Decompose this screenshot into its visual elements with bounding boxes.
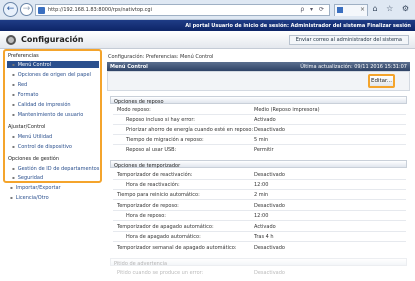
- setting-label: Reposo incluso si hay error:: [126, 117, 195, 123]
- forward-button[interactable]: →: [20, 3, 33, 16]
- page-header: Configuración Enviar correo al administr…: [0, 31, 415, 49]
- setting-value: Desactivado: [254, 203, 285, 209]
- setting-value: Desactivado: [254, 245, 285, 251]
- setting-value: Medio (Reposo impresora): [254, 107, 320, 113]
- setting-value: Desactivado: [254, 270, 285, 276]
- row-divider: [113, 241, 406, 242]
- sidebar-item-device-control[interactable]: Control de dispositivo: [12, 144, 72, 150]
- setting-label: Hora de reactivación:: [126, 182, 180, 188]
- sidebar-item-license-other[interactable]: Licencia/Otro: [10, 195, 49, 201]
- breadcrumb: Configuración: Preferencias: Menú Contro…: [108, 54, 214, 60]
- tab-close-icon[interactable]: ×: [360, 6, 365, 13]
- sidebar-item-print-quality[interactable]: Calidad de impresión: [12, 102, 71, 108]
- section-header: Opciones de temporizador: [110, 160, 407, 169]
- setting-label: Pitido cuando se produce un error:: [117, 270, 204, 276]
- address-bar[interactable]: http://192.168.1.83:8000/rps/nativtop.cg…: [35, 4, 330, 16]
- setting-value: 12:00: [254, 213, 269, 219]
- gear-icon: [6, 35, 16, 45]
- top-banner: Al portal Usuario de inicio de sesión: A…: [0, 20, 415, 31]
- sidebar: Preferencias Menú Control Opciones de or…: [3, 49, 102, 183]
- panel-title: Menú Control: [110, 64, 148, 70]
- setting-value: Desactivado: [254, 127, 285, 133]
- row-divider: [113, 220, 406, 221]
- last-update: Última actualización: 09/11 2016 15:31:0…: [300, 64, 407, 70]
- setting-label: Tiempo para reinicio automático:: [117, 192, 200, 198]
- setting-value: 12:00: [254, 182, 269, 188]
- sidebar-section-title: Opciones de gestión: [8, 156, 60, 162]
- sidebar-item-format[interactable]: Formato: [12, 92, 39, 98]
- row-divider: [113, 210, 406, 211]
- setting-label: Temporizador de reposo:: [117, 203, 179, 209]
- section-title: Pitido de advertencia: [114, 260, 168, 267]
- setting-value: Permitir: [254, 147, 274, 153]
- setting-value: 2 min: [254, 192, 269, 198]
- setting-value: Activado: [254, 117, 276, 123]
- browser-tools-icons[interactable]: ⌂ ☆ ⚙: [372, 4, 412, 13]
- sidebar-item-department-id[interactable]: Gestión de ID de departamentos: [12, 166, 100, 172]
- browser-toolbar: ← → http://192.168.1.83:8000/rps/nativto…: [0, 0, 415, 20]
- row-divider: [113, 134, 406, 135]
- sidebar-item-security[interactable]: Seguridad: [12, 175, 43, 181]
- sidebar-item-user-maintenance[interactable]: Mantenimiento de usuario: [12, 112, 84, 118]
- sidebar-item-network[interactable]: Red: [12, 82, 28, 88]
- row-divider: [113, 189, 406, 190]
- setting-label: Temporizador semanal de apagado automáti…: [117, 245, 237, 251]
- setting-value: Activado: [254, 224, 276, 230]
- mail-admin-button[interactable]: Enviar correo al administrador del siste…: [288, 35, 409, 45]
- edit-toolbar: [107, 71, 410, 91]
- setting-label: Tiempo de migración a reposo:: [126, 137, 204, 143]
- section-title: Opciones de reposo: [114, 98, 164, 105]
- sidebar-section-title: Ajustar/Control: [8, 124, 46, 130]
- row-divider: [113, 199, 406, 200]
- section-header: Opciones de reposo: [110, 96, 407, 105]
- back-button[interactable]: ←: [3, 2, 18, 17]
- setting-label: Reposo al usar USB:: [126, 147, 177, 153]
- setting-label: Priorizar ahorro de energía cuando esté …: [126, 127, 254, 133]
- session-links[interactable]: Al portal Usuario de inicio de sesión: A…: [185, 23, 411, 29]
- browser-tab[interactable]: ×: [334, 4, 368, 16]
- row-divider: [113, 144, 406, 145]
- sidebar-section-title: Preferencias: [8, 53, 39, 59]
- sidebar-item-menu-control[interactable]: Menú Control: [12, 62, 51, 68]
- setting-value: Desactivado: [254, 172, 285, 178]
- panel-header: Menú Control Última actualización: 09/11…: [107, 62, 410, 71]
- setting-label: Temporizador de reactivación:: [117, 172, 193, 178]
- sidebar-item-paper-source[interactable]: Opciones de origen del papel: [12, 72, 91, 78]
- row-divider: [113, 179, 406, 180]
- section-title: Opciones de temporizador: [114, 162, 181, 169]
- address-bar-icons[interactable]: ρ ▾ ⟳: [300, 6, 326, 13]
- section-header: Pitido de advertencia: [110, 258, 407, 267]
- row-divider: [113, 124, 406, 125]
- site-icon: [38, 7, 45, 14]
- sidebar-item-utility-menu[interactable]: Menú Utilidad: [12, 134, 53, 140]
- row-divider: [113, 114, 406, 115]
- setting-label: Hora de reposo:: [126, 213, 166, 219]
- edit-button[interactable]: Editar...: [368, 74, 395, 88]
- row-divider: [113, 231, 406, 232]
- setting-value: 5 min: [254, 137, 269, 143]
- setting-value: Tras 4 h: [254, 234, 274, 240]
- setting-label: Modo reposo:: [117, 107, 151, 113]
- setting-label: Temporizador de apagado automático:: [117, 224, 214, 230]
- setting-label: Hora de apagado automático:: [126, 234, 201, 240]
- page-title: Configuración: [21, 35, 84, 44]
- tab-favicon-icon: [337, 7, 343, 13]
- sidebar-item-import-export[interactable]: Importar/Exportar: [10, 185, 61, 191]
- address-url: http://192.168.1.83:8000/rps/nativtop.cg…: [48, 7, 152, 13]
